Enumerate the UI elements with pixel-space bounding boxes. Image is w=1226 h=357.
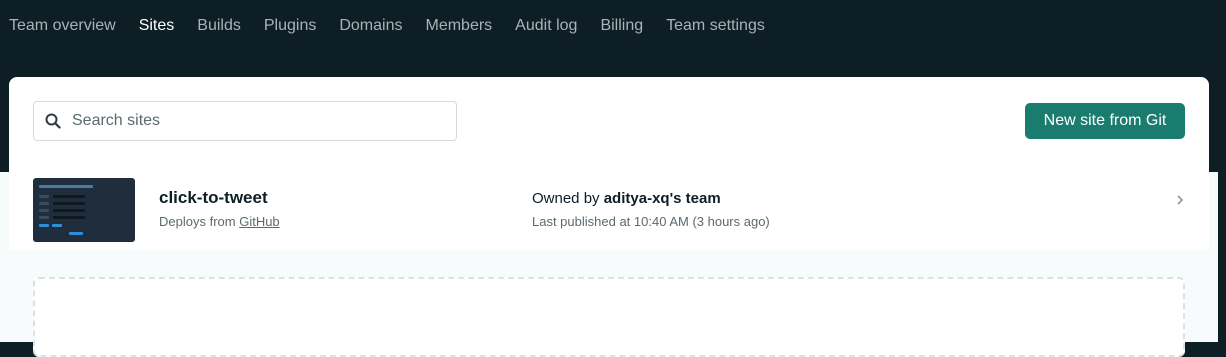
- nav-plugins[interactable]: Plugins: [264, 16, 316, 36]
- team-nav: Team overview Sites Builds Plugins Domai…: [0, 0, 1226, 52]
- nav-members[interactable]: Members: [425, 16, 492, 36]
- search-input[interactable]: [70, 111, 430, 131]
- nav-team-overview[interactable]: Team overview: [9, 16, 116, 36]
- nav-team-settings[interactable]: Team settings: [666, 16, 765, 36]
- site-thumbnail: [33, 178, 135, 242]
- nav-sites[interactable]: Sites: [139, 16, 175, 36]
- deploy-source-link[interactable]: GitHub: [239, 214, 279, 229]
- site-drop-zone[interactable]: [33, 277, 1185, 357]
- nav-audit-log[interactable]: Audit log: [515, 16, 577, 36]
- site-name[interactable]: click-to-tweet: [159, 188, 268, 208]
- deploys-prefix: Deploys from: [159, 214, 236, 229]
- site-owner: Owned by aditya-xq's team: [532, 190, 721, 207]
- owned-prefix: Owned by: [532, 190, 600, 207]
- sites-panel: New site from Git click-to-tweet Deploys…: [0, 77, 1218, 357]
- search-icon: [44, 112, 62, 130]
- new-site-from-git-button[interactable]: New site from Git: [1025, 103, 1185, 139]
- nav-domains[interactable]: Domains: [339, 16, 402, 36]
- nav-billing[interactable]: Billing: [600, 16, 643, 36]
- last-published: Last published at 10:40 AM (3 hours ago): [532, 214, 770, 229]
- chevron-right-icon[interactable]: [1172, 192, 1188, 208]
- owner-team: aditya-xq's team: [603, 190, 721, 207]
- search-box[interactable]: [33, 101, 457, 141]
- nav-builds[interactable]: Builds: [197, 16, 241, 36]
- site-list-item[interactable]: click-to-tweet Deploys from GitHub Owned…: [9, 168, 1209, 250]
- deploy-source: Deploys from GitHub: [159, 214, 280, 229]
